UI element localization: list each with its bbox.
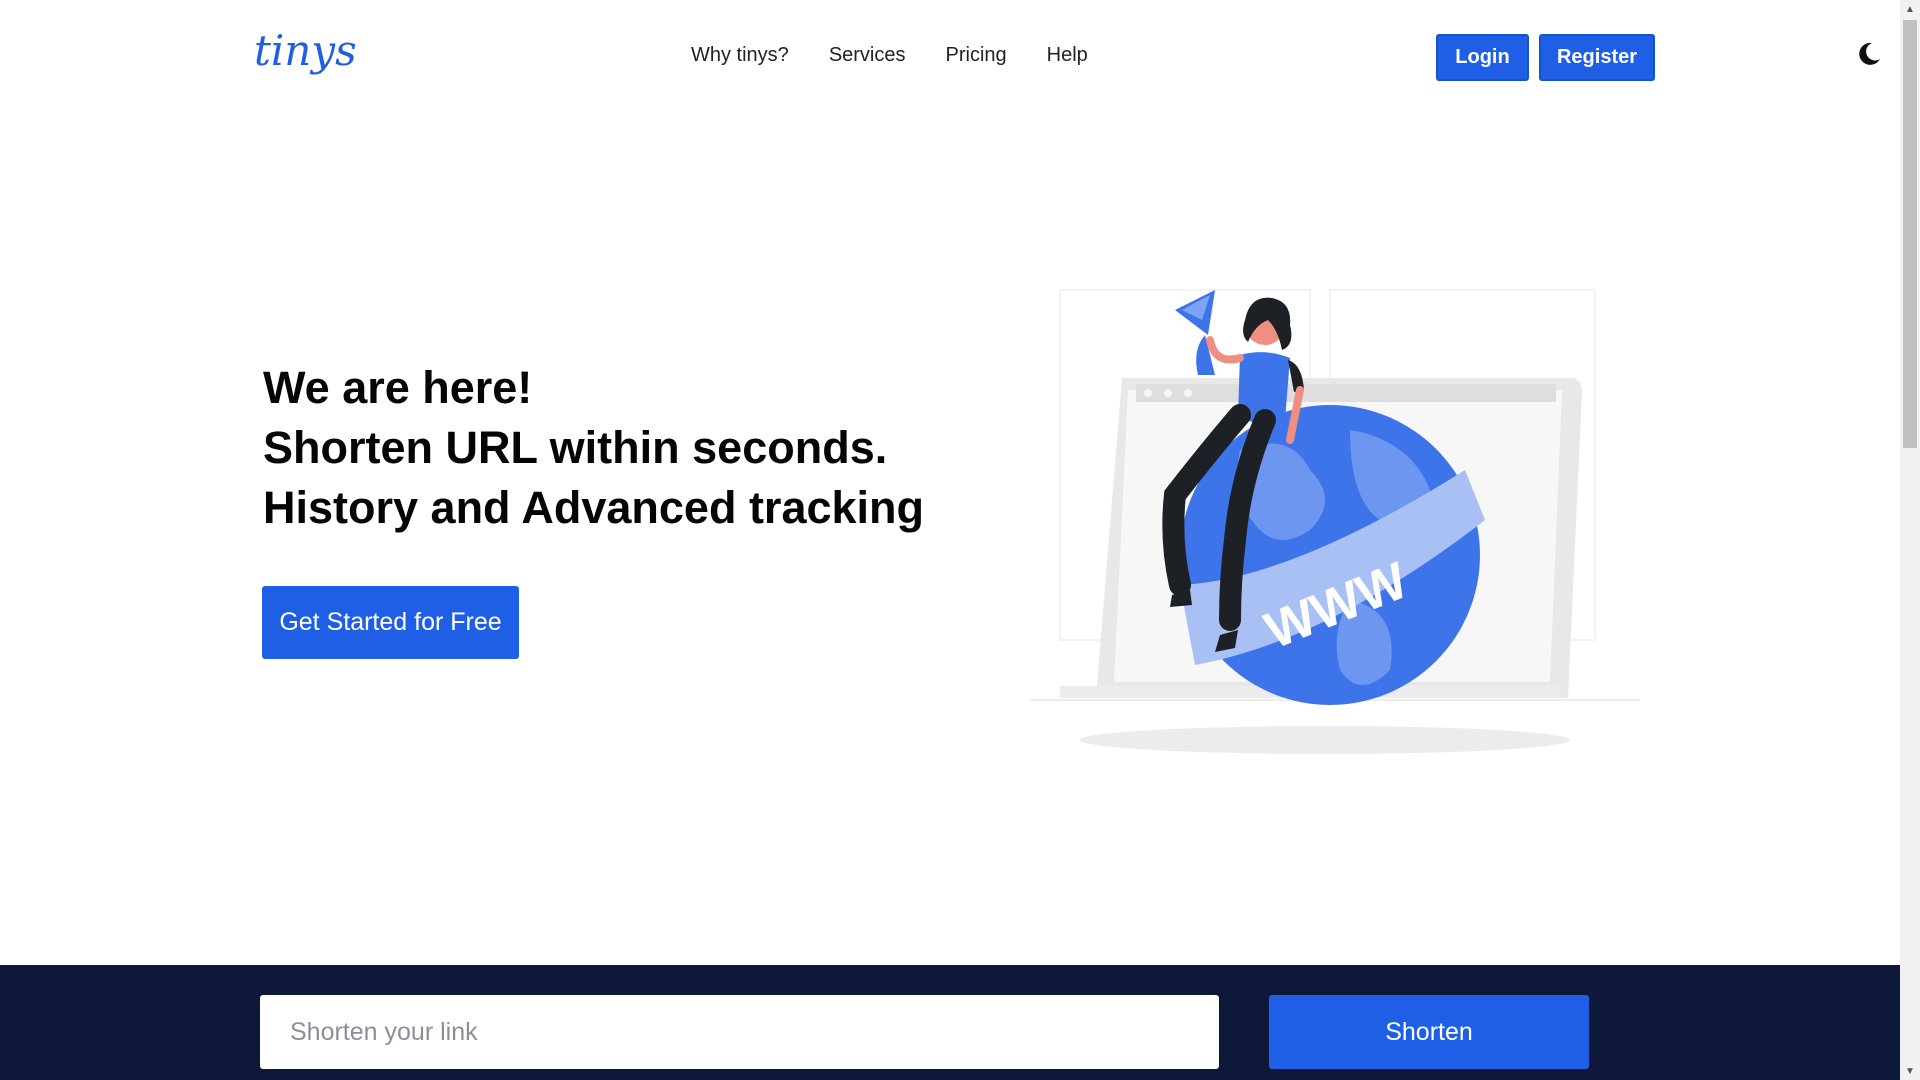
login-button[interactable]: Login <box>1436 34 1529 81</box>
page: tinys Why tinys? Services Pricing Help L… <box>0 0 1920 1080</box>
nav-item-help[interactable]: Help <box>1047 44 1088 67</box>
scrollbar-thumb[interactable] <box>1903 20 1917 448</box>
hero-headline: We are here! Shorten URL within seconds.… <box>263 358 924 538</box>
scroll-up-icon[interactable]: ▲ <box>1900 0 1920 18</box>
shorten-button[interactable]: Shorten <box>1269 995 1589 1069</box>
main-nav: Why tinys? Services Pricing Help <box>691 44 1128 67</box>
hero-line-2: Shorten URL within seconds. <box>263 422 888 473</box>
get-started-button[interactable]: Get Started for Free <box>262 586 519 659</box>
nav-item-services[interactable]: Services <box>829 44 906 67</box>
register-button[interactable]: Register <box>1539 34 1655 81</box>
shortener-bar: Shorten <box>0 965 1900 1080</box>
scroll-down-icon[interactable]: ▼ <box>1900 1062 1920 1080</box>
hero-line-1: We are here! <box>263 362 533 413</box>
main-content: tinys Why tinys? Services Pricing Help L… <box>0 0 1900 1080</box>
nav-item-why-tinys[interactable]: Why tinys? <box>691 44 789 67</box>
hero-illustration: WWW <box>1030 289 1640 754</box>
shorten-link-input[interactable] <box>260 995 1219 1069</box>
moon-icon[interactable] <box>1854 40 1882 68</box>
hero-line-3: History and Advanced tracking <box>263 482 925 533</box>
vertical-scrollbar[interactable]: ▲ ▼ <box>1900 0 1920 1080</box>
brand-logo[interactable]: tinys <box>254 26 357 75</box>
nav-item-pricing[interactable]: Pricing <box>946 44 1007 67</box>
